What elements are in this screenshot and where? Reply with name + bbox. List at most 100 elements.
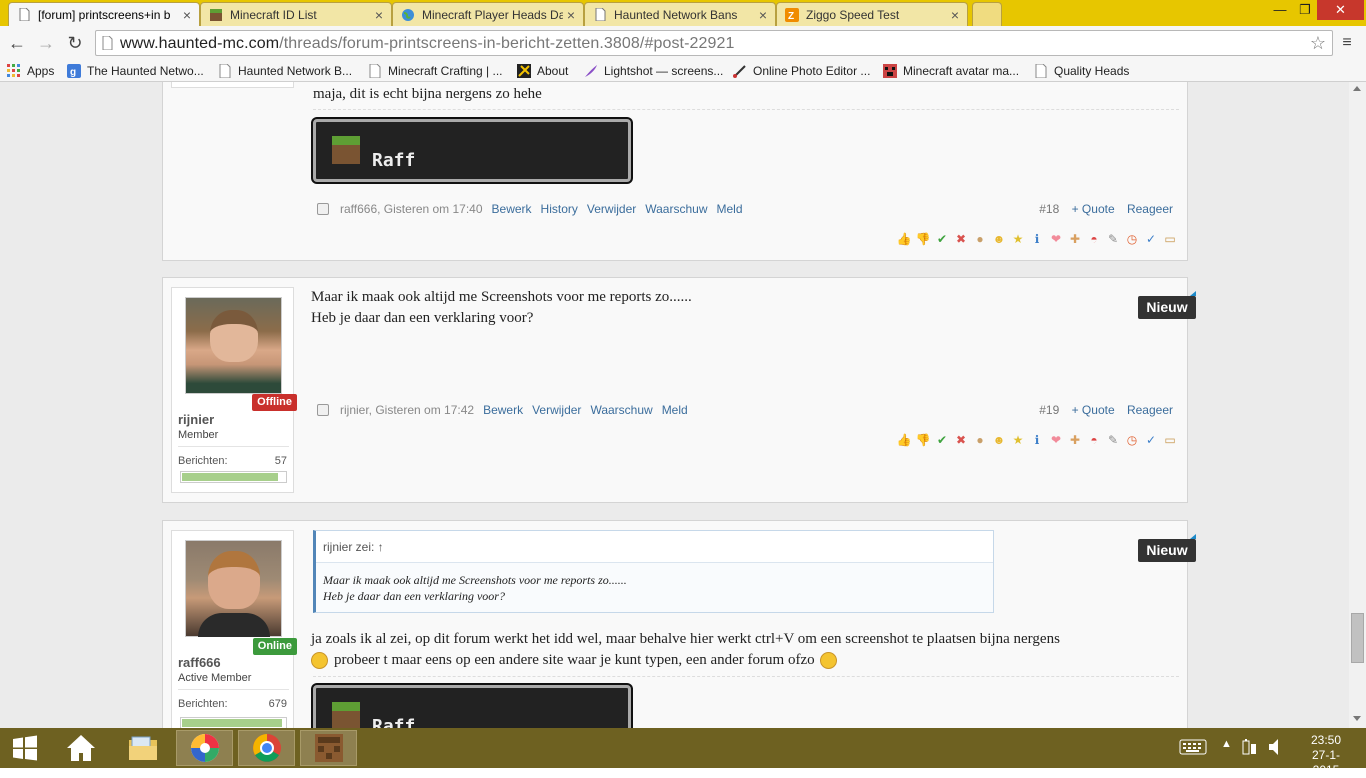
show-hidden-icons[interactable]: ▲ xyxy=(1221,738,1232,750)
post-number[interactable]: #18 xyxy=(1039,202,1059,216)
scroll-up-icon[interactable] xyxy=(1353,86,1361,91)
check-icon[interactable]: ✔ xyxy=(934,432,950,448)
new-tab-button[interactable] xyxy=(972,2,1002,26)
bookmark-apps[interactable]: Apps xyxy=(7,62,54,79)
abc-icon[interactable]: ✓ xyxy=(1143,432,1159,448)
delete-link[interactable]: Verwijder xyxy=(532,403,581,417)
bookmark-haunted-network-bans[interactable]: Haunted Network B... xyxy=(218,62,352,79)
minecraft-icon[interactable] xyxy=(300,730,357,766)
home-icon[interactable] xyxy=(52,730,109,766)
quote-link[interactable]: + Quote xyxy=(1072,403,1115,417)
avatar[interactable] xyxy=(185,297,282,394)
bookmark-online-photo-editor[interactable]: Online Photo Editor ... xyxy=(733,62,870,79)
post-number[interactable]: #19 xyxy=(1039,403,1059,417)
clock-icon[interactable]: ◷ xyxy=(1124,231,1140,247)
edit-link[interactable]: Bewerk xyxy=(492,202,532,216)
cross-icon[interactable]: ✖ xyxy=(953,432,969,448)
heart-icon[interactable]: ❤ xyxy=(1048,432,1064,448)
picasa-icon[interactable] xyxy=(176,730,233,766)
avatar[interactable] xyxy=(185,540,282,637)
bookmark-haunted-network[interactable]: g The Haunted Netwo... xyxy=(67,62,204,79)
reload-icon[interactable]: ↻ xyxy=(64,32,86,54)
bookmark-quality-heads[interactable]: Quality Heads xyxy=(1034,62,1129,79)
bookmark-minecraft-crafting[interactable]: Minecraft Crafting | ... xyxy=(368,62,503,79)
menu-icon[interactable]: ≡ xyxy=(1336,32,1358,54)
heart-icon[interactable]: ❤ xyxy=(1048,231,1064,247)
info-icon[interactable]: ℹ xyxy=(1029,231,1045,247)
star-icon[interactable]: ★ xyxy=(1010,432,1026,448)
box-icon[interactable]: ▭ xyxy=(1162,432,1178,448)
wrench-icon[interactable]: ✚ xyxy=(1067,432,1083,448)
forward-icon[interactable]: → xyxy=(35,32,57,54)
tab-minecraft-id-list[interactable]: Minecraft ID List × xyxy=(200,2,392,26)
cookie-icon[interactable]: ● xyxy=(972,231,988,247)
like-icon[interactable]: 👍 xyxy=(896,231,912,247)
scrollbar-thumb[interactable] xyxy=(1351,613,1364,663)
warn-link[interactable]: Waarschuw xyxy=(645,202,707,216)
box-icon[interactable]: ▭ xyxy=(1162,231,1178,247)
reply-link[interactable]: Reageer xyxy=(1127,403,1173,417)
minecraft-block-icon xyxy=(209,8,223,22)
bookmark-lightshot[interactable]: Lightshot — screens... xyxy=(584,62,723,79)
pencil-icon[interactable]: ✎ xyxy=(1105,432,1121,448)
bookmark-label: About xyxy=(537,63,569,78)
explorer-icon[interactable] xyxy=(114,730,171,766)
close-icon[interactable]: × xyxy=(563,7,579,23)
maximize-button[interactable]: ❐ xyxy=(1293,0,1317,20)
chrome-icon[interactable] xyxy=(238,730,295,766)
page-scrollbar[interactable] xyxy=(1349,82,1366,728)
username[interactable]: raff666 xyxy=(178,655,221,670)
rainbow-icon[interactable]: ◓ xyxy=(1086,231,1102,247)
username[interactable]: rijnier xyxy=(178,412,214,427)
close-icon[interactable]: × xyxy=(179,7,195,23)
info-icon[interactable]: ℹ xyxy=(1029,432,1045,448)
minimize-button[interactable]: — xyxy=(1267,0,1293,20)
tab-minecraft-player-heads[interactable]: Minecraft Player Heads Da × xyxy=(392,2,584,26)
check-icon[interactable]: ✔ xyxy=(934,231,950,247)
star-icon[interactable]: ☆ xyxy=(1310,33,1326,54)
dislike-icon[interactable]: 👎 xyxy=(915,432,931,448)
address-bar[interactable]: www.haunted-mc.com/threads/forum-printsc… xyxy=(95,30,1333,56)
close-window-button[interactable]: ✕ xyxy=(1317,0,1364,20)
start-icon[interactable] xyxy=(0,730,50,766)
quote-header[interactable]: rijnier zei: ↑ xyxy=(316,531,993,563)
edit-link[interactable]: Bewerk xyxy=(483,403,523,417)
report-link[interactable]: Meld xyxy=(717,202,743,216)
cookie-icon[interactable]: ● xyxy=(972,432,988,448)
grin-icon[interactable]: ☻ xyxy=(991,432,1007,448)
warn-link[interactable]: Waarschuw xyxy=(590,403,652,417)
select-checkbox[interactable] xyxy=(317,203,329,215)
wrench-icon[interactable]: ✚ xyxy=(1067,231,1083,247)
like-icon[interactable]: 👍 xyxy=(896,432,912,448)
clock-icon[interactable]: ◷ xyxy=(1124,432,1140,448)
close-icon[interactable]: × xyxy=(755,7,771,23)
select-checkbox[interactable] xyxy=(317,404,329,416)
keyboard-icon[interactable] xyxy=(1179,739,1207,758)
back-icon[interactable]: ← xyxy=(6,32,28,54)
clock[interactable]: 23:50 27-1-2015 xyxy=(1299,733,1353,778)
cross-icon[interactable]: ✖ xyxy=(953,231,969,247)
reply-link[interactable]: Reageer xyxy=(1127,202,1173,216)
bookmark-label: Minecraft avatar ma... xyxy=(903,63,1020,78)
tab-forum-printscreens[interactable]: [forum] printscreens+in b × xyxy=(8,2,200,26)
close-icon[interactable]: × xyxy=(947,7,963,23)
tab-haunted-network-bans[interactable]: Haunted Network Bans × xyxy=(584,2,776,26)
bookmark-minecraft-avatar[interactable]: Minecraft avatar ma... xyxy=(883,62,1019,79)
dislike-icon[interactable]: 👎 xyxy=(915,231,931,247)
delete-link[interactable]: Verwijder xyxy=(587,202,636,216)
scroll-down-icon[interactable] xyxy=(1353,716,1361,721)
star-icon[interactable]: ★ xyxy=(1010,231,1026,247)
tab-ziggo-speed-test[interactable]: Z Ziggo Speed Test × xyxy=(776,2,968,26)
history-link[interactable]: History xyxy=(541,202,578,216)
battery-icon[interactable] xyxy=(1242,738,1258,759)
grin-icon[interactable]: ☻ xyxy=(991,231,1007,247)
avatar-face xyxy=(210,310,258,362)
bookmark-about[interactable]: About xyxy=(517,62,568,79)
rainbow-icon[interactable]: ◓ xyxy=(1086,432,1102,448)
close-icon[interactable]: × xyxy=(371,7,387,23)
abc-icon[interactable]: ✓ xyxy=(1143,231,1159,247)
quote-link[interactable]: + Quote xyxy=(1072,202,1115,216)
volume-icon[interactable] xyxy=(1268,738,1282,759)
report-link[interactable]: Meld xyxy=(662,403,688,417)
pencil-icon[interactable]: ✎ xyxy=(1105,231,1121,247)
